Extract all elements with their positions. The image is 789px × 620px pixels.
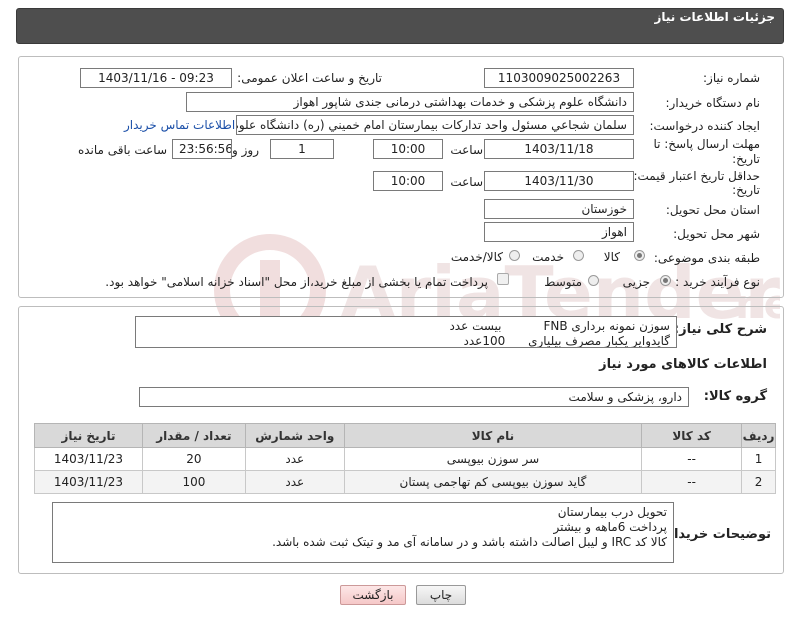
buyer-notes-textarea[interactable]: تحویل درب بیمارستان پرداخت 6ماهه و بیشتر… xyxy=(52,502,674,563)
category-radio-goods[interactable] xyxy=(634,250,645,261)
page-title: جزئیات اطلاعات نیاز xyxy=(654,10,775,24)
category-radio-goods-service[interactable] xyxy=(509,250,520,261)
process-radio-medium[interactable] xyxy=(588,275,599,286)
cell-item-name: گاید سوزن بیوپسی کم تهاجمی پستان xyxy=(343,470,643,494)
cell-need-date: 1403/11/23 xyxy=(34,470,143,494)
col-header-row-number: ردیف xyxy=(741,423,776,448)
cell-quantity: 100 xyxy=(141,470,246,494)
col-header-unit: واحد شمارش xyxy=(244,423,345,448)
price-validity-label: حداقل تاریخ اعتبار قیمت: تا xyxy=(622,169,760,183)
goods-group-label: گروه کالا: xyxy=(703,389,767,404)
remaining-time-label: ساعت باقی مانده xyxy=(77,143,167,157)
table-row: 1 -- سر سوزن بیوپسی عدد 20 1403/11/23 xyxy=(34,447,776,471)
buyer-org-label: نام دستگاه خریدار: xyxy=(665,96,761,110)
city-field: اهواز xyxy=(484,222,634,242)
requester-field: سلمان شجاعي مسئول واحد تداركات بيمارستان… xyxy=(236,115,634,135)
category-option-service: خدمت xyxy=(532,250,564,264)
province-label: استان محل تحویل: xyxy=(665,203,760,217)
remaining-time-field: 23:56:56 xyxy=(172,139,232,159)
cell-row-number: 2 xyxy=(741,470,776,494)
remaining-days-field: 1 xyxy=(270,139,334,159)
goods-group-field: دارو، پزشکی و سلامت xyxy=(139,387,689,407)
cell-item-code: -- xyxy=(641,470,743,494)
deadline-date-field: 1403/11/18 xyxy=(484,139,634,159)
cell-unit: عدد xyxy=(244,447,345,471)
col-header-need-date: تاریخ نیاز xyxy=(34,423,143,448)
category-label: طبقه بندی موضوعی: xyxy=(653,251,760,265)
price-validity-hour-label: ساعت xyxy=(450,175,483,189)
goods-section-title: اطلاعات کالاهای مورد نیاز xyxy=(599,357,767,372)
cell-quantity: 20 xyxy=(141,447,246,471)
price-validity-date-label: تاریخ: xyxy=(732,183,760,197)
need-number-field: 1103009025002263 xyxy=(484,68,634,88)
category-option-goods: کالا xyxy=(603,250,620,264)
col-header-item-code: کد کالا xyxy=(641,423,743,448)
cell-item-code: -- xyxy=(641,447,743,471)
category-option-goods-service: کالا/خدمت xyxy=(450,250,503,264)
price-validity-time-field: 10:00 xyxy=(373,171,443,191)
category-radio-service[interactable] xyxy=(573,250,584,261)
treasury-payment-checkbox[interactable] xyxy=(497,273,509,285)
buyer-org-field: دانشگاه علوم پزشکی و خدمات بهداشتی درمان… xyxy=(186,92,634,112)
announce-datetime-label: تاریخ و ساعت اعلان عمومی: xyxy=(237,71,382,85)
deadline-time-field: 10:00 xyxy=(373,139,443,159)
cell-row-number: 1 xyxy=(741,447,776,471)
deadline-hour-label: ساعت xyxy=(450,143,483,157)
print-button[interactable]: چاپ xyxy=(416,585,466,605)
items-table: ردیف کد کالا نام کالا واحد شمارش تعداد /… xyxy=(34,423,776,494)
back-button[interactable]: بازگشت xyxy=(340,585,406,605)
table-header-row: ردیف کد کالا نام کالا واحد شمارش تعداد /… xyxy=(34,423,776,448)
deadline-date-label: تاریخ: xyxy=(732,152,760,166)
summary-label: شرح کلی نیاز: xyxy=(673,322,767,337)
col-header-item-name: نام کالا xyxy=(343,423,643,448)
province-field: خوزستان xyxy=(484,199,634,219)
need-number-label: شماره نیاز: xyxy=(703,71,760,85)
summary-textarea[interactable]: سوزن نمونه برداری FNB بیست عدد گایدوایر … xyxy=(135,316,677,348)
price-validity-date-field: 1403/11/30 xyxy=(484,171,634,191)
col-header-quantity: تعداد / مقدار xyxy=(141,423,246,448)
treasury-payment-note: پرداخت تمام یا بخشی از مبلغ خرید،از محل … xyxy=(105,275,488,289)
cell-unit: عدد xyxy=(244,470,345,494)
table-row: 2 -- گاید سوزن بیوپسی کم تهاجمی پستان عد… xyxy=(34,470,776,494)
cell-item-name: سر سوزن بیوپسی xyxy=(343,447,643,471)
buyer-contact-link[interactable]: اطلاعات تماس خریدار xyxy=(124,118,235,132)
days-label: روز و xyxy=(232,143,259,157)
buyer-notes-label: توضیحات خریدار: xyxy=(661,527,771,542)
city-label: شهر محل تحویل: xyxy=(673,227,760,241)
cell-need-date: 1403/11/23 xyxy=(34,447,143,471)
announce-datetime-field: 1403/11/16 - 09:23 xyxy=(80,68,232,88)
process-radio-minor[interactable] xyxy=(660,275,671,286)
process-option-medium: متوسط xyxy=(544,275,582,289)
requester-label: ایجاد کننده درخواست: xyxy=(649,119,760,133)
process-option-minor: جزیی xyxy=(622,275,650,289)
process-type-label: نوع فرآیند خرید : xyxy=(675,275,760,289)
deadline-label: مهلت ارسال پاسخ: تا xyxy=(653,137,760,151)
